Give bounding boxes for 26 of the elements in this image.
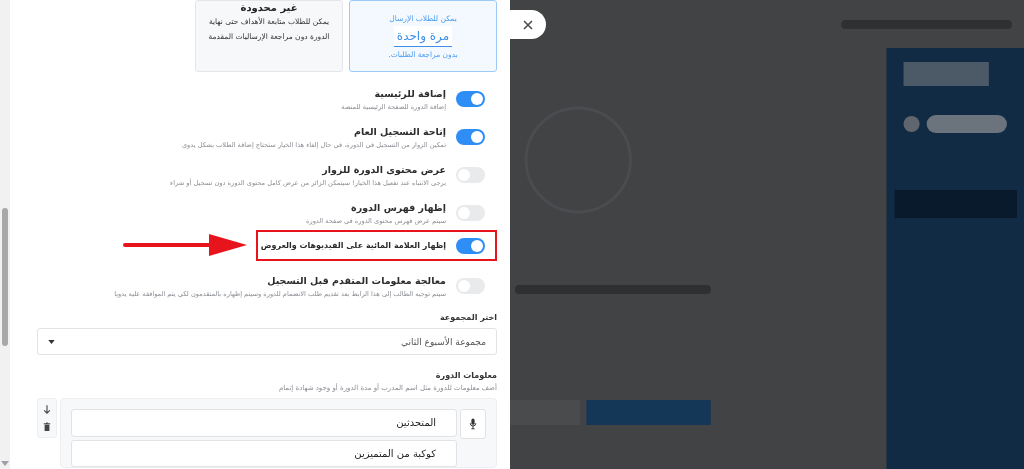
- field-label: اختر المجموعة: [438, 313, 497, 322]
- setting-title: إظهار العلامة المائية على الفيديوهات والعروض: [260, 241, 446, 250]
- setting-title: إظهار فهرس الدورة: [350, 201, 446, 213]
- scroll-down-icon[interactable]: [1, 461, 9, 466]
- close-button[interactable]: [510, 10, 546, 39]
- microphone-icon: [469, 418, 477, 430]
- caret-icon: [48, 339, 55, 344]
- move-down-icon[interactable]: [43, 404, 51, 415]
- setting-title: عرض محتوى الدورة للزوار: [321, 163, 446, 175]
- card-title: غير محدودة: [240, 2, 298, 14]
- value-field[interactable]: كوكبة من المتميزين: [71, 439, 457, 467]
- setting-title: معالجة معلومات المتقدم قبل التسجيل: [266, 274, 446, 286]
- setting-title: إضافة للرئيسية: [373, 87, 446, 99]
- scrollbar-thumb[interactable]: [2, 208, 8, 346]
- delete-icon[interactable]: [43, 421, 51, 432]
- section-title: معلومات الدورة: [434, 371, 497, 380]
- group-dropdown[interactable]: مجموعة الأسبوع الثاني: [37, 328, 497, 355]
- title-field[interactable]: المتحدثين: [71, 409, 457, 437]
- toggle-switch[interactable]: [456, 129, 485, 145]
- setting-title: إتاحة التسجيل العام: [353, 125, 446, 137]
- microphone-button[interactable]: [460, 409, 486, 439]
- card-highlight: مرة واحدة: [393, 26, 453, 47]
- toggle-switch[interactable]: [456, 91, 485, 107]
- toggle-switch[interactable]: [456, 237, 485, 254]
- scrollbar[interactable]: [0, 0, 10, 469]
- close-icon: [523, 19, 533, 30]
